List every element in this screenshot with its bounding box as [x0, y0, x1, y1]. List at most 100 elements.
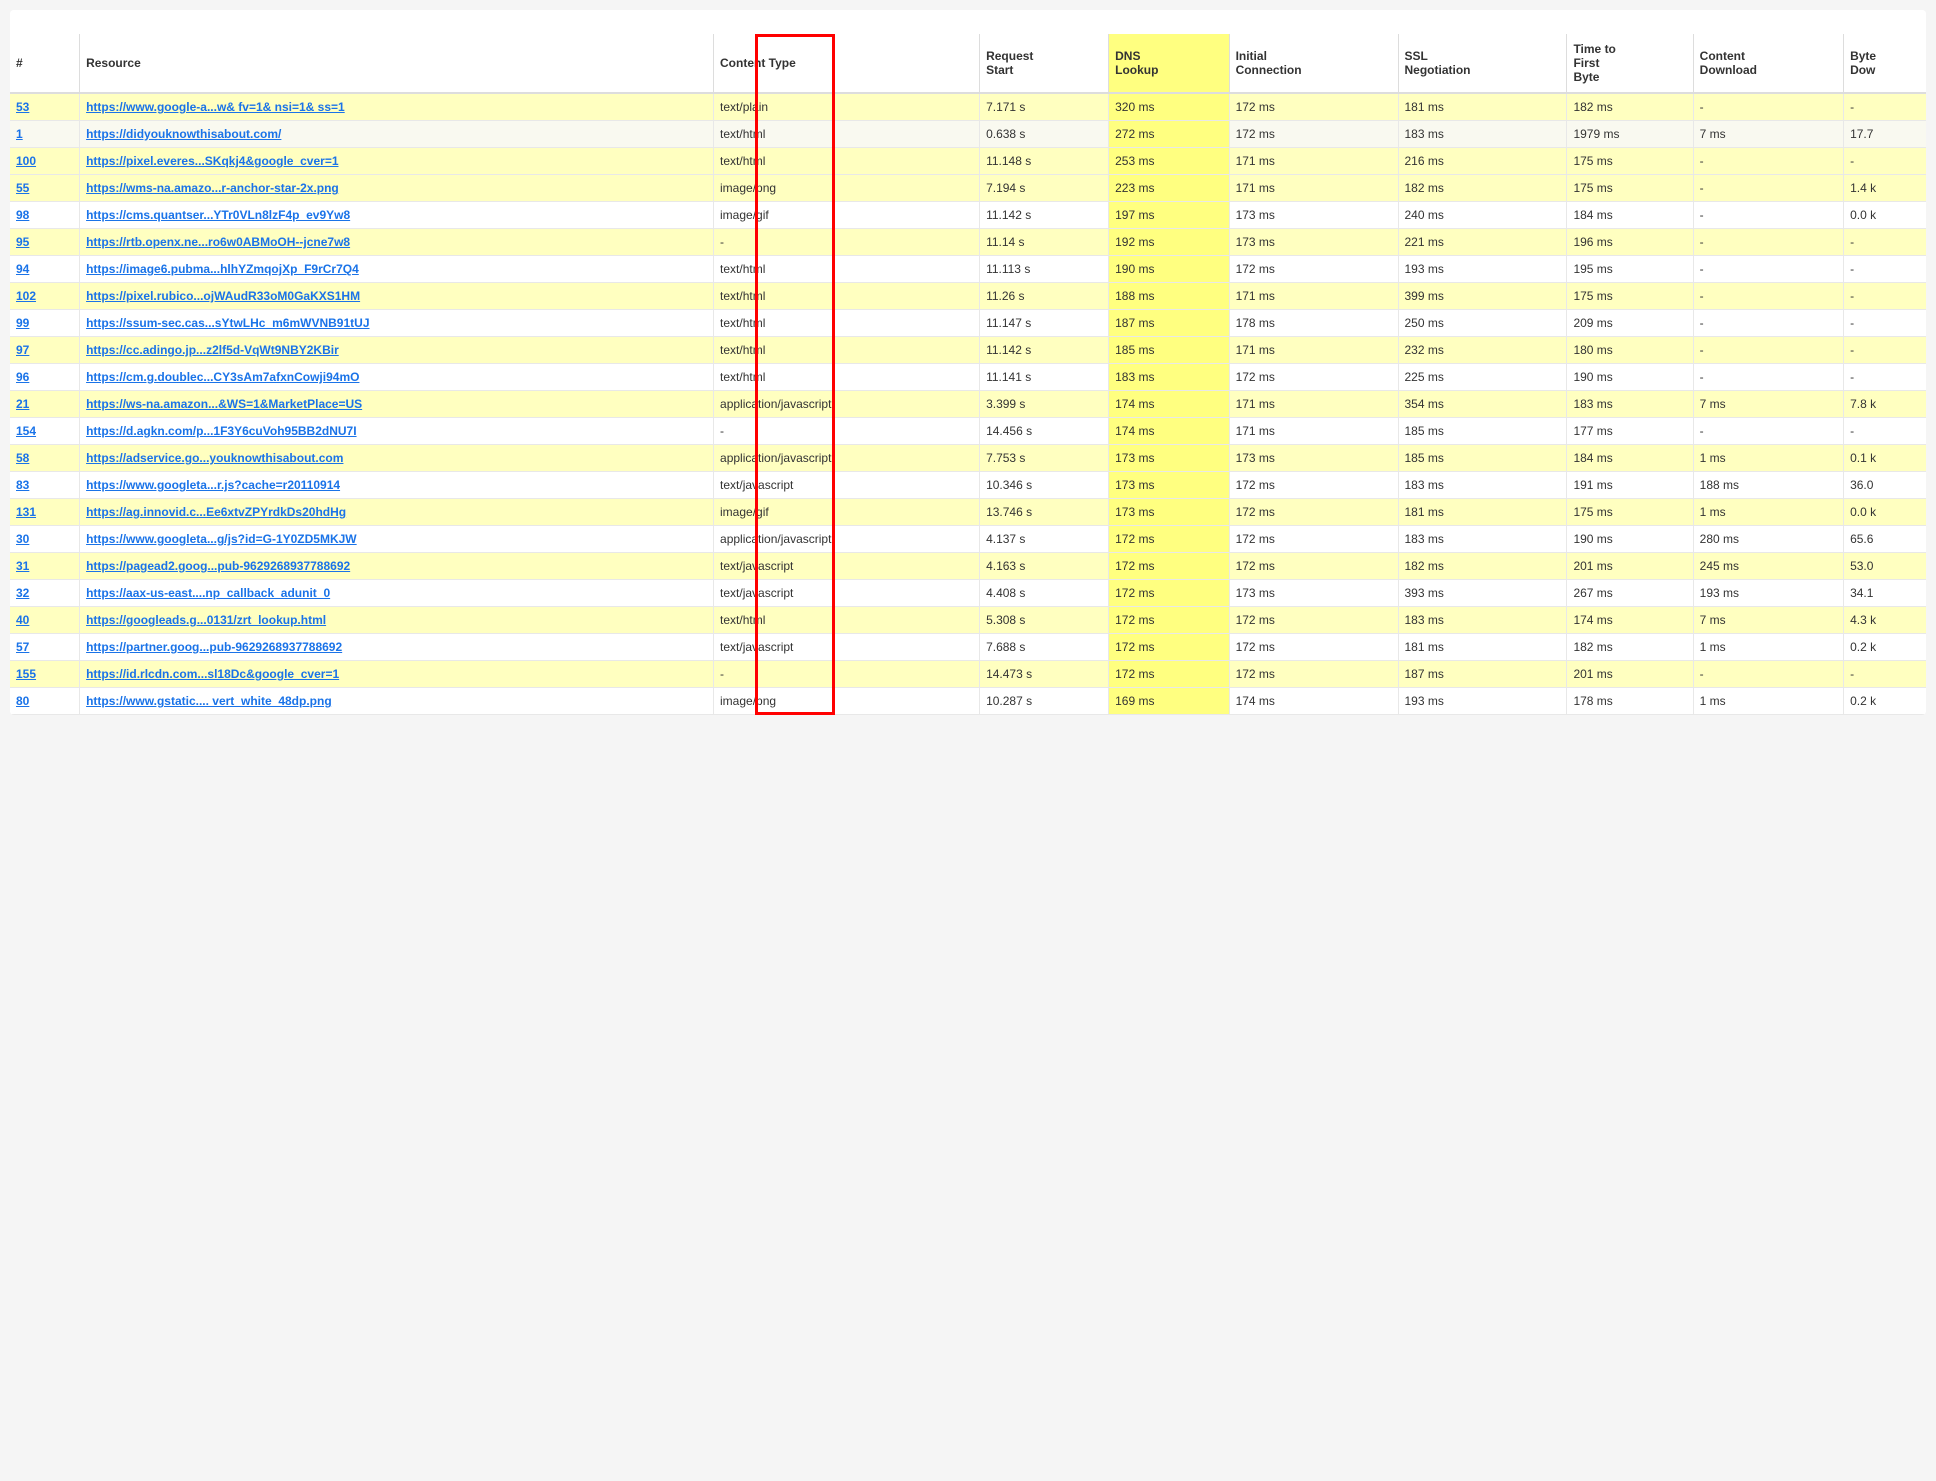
row-byte-dow: - — [1844, 364, 1926, 391]
row-num[interactable]: 97 — [10, 337, 80, 364]
row-num[interactable]: 57 — [10, 634, 80, 661]
row-num[interactable]: 21 — [10, 391, 80, 418]
row-ssl-negotiation: 182 ms — [1398, 553, 1567, 580]
row-num[interactable]: 58 — [10, 445, 80, 472]
row-resource[interactable]: https://www.google-a...w& fv=1& nsi=1& s… — [80, 93, 714, 121]
row-num[interactable]: 98 — [10, 202, 80, 229]
table-row: 100https://pixel.everes...SKqkj4&google_… — [10, 148, 1926, 175]
row-resource[interactable]: https://rtb.openx.ne...ro6w0ABMoOH--jcne… — [80, 229, 714, 256]
row-num[interactable]: 32 — [10, 580, 80, 607]
row-num[interactable]: 96 — [10, 364, 80, 391]
row-resource[interactable]: https://cm.g.doublec...CY3sAm7afxnCowji9… — [80, 364, 714, 391]
row-resource[interactable]: https://didyouknowthisabout.com/ — [80, 121, 714, 148]
row-byte-dow: 1.4 k — [1844, 175, 1926, 202]
row-resource[interactable]: https://www.gstatic.... vert_white_48dp.… — [80, 688, 714, 715]
row-request-start: 11.113 s — [980, 256, 1109, 283]
row-ssl-negotiation: 182 ms — [1398, 175, 1567, 202]
row-num[interactable]: 94 — [10, 256, 80, 283]
row-content-download: - — [1693, 175, 1843, 202]
row-dns-lookup: 174 ms — [1109, 391, 1229, 418]
row-num[interactable]: 100 — [10, 148, 80, 175]
row-ssl-negotiation: 183 ms — [1398, 472, 1567, 499]
row-content-download: 1 ms — [1693, 634, 1843, 661]
row-num[interactable]: 154 — [10, 418, 80, 445]
row-request-start: 7.688 s — [980, 634, 1109, 661]
row-content-download: 7 ms — [1693, 121, 1843, 148]
table-row: 95https://rtb.openx.ne...ro6w0ABMoOH--jc… — [10, 229, 1926, 256]
row-content-type: text/html — [714, 337, 980, 364]
row-resource[interactable]: https://cms.quantser...YTr0VLn8lzF4p_ev9… — [80, 202, 714, 229]
row-content-download: - — [1693, 229, 1843, 256]
table-row: 55https://wms-na.amazo...r-anchor-star-2… — [10, 175, 1926, 202]
row-byte-dow: - — [1844, 418, 1926, 445]
row-num[interactable]: 95 — [10, 229, 80, 256]
row-initial-connection: 171 ms — [1229, 337, 1398, 364]
row-initial-connection: 172 ms — [1229, 121, 1398, 148]
row-request-start: 4.137 s — [980, 526, 1109, 553]
row-dns-lookup: 253 ms — [1109, 148, 1229, 175]
row-content-download: - — [1693, 364, 1843, 391]
row-ssl-negotiation: 250 ms — [1398, 310, 1567, 337]
row-content-type: text/html — [714, 256, 980, 283]
row-request-start: 10.287 s — [980, 688, 1109, 715]
row-num[interactable]: 53 — [10, 93, 80, 121]
row-resource[interactable]: https://ws-na.amazon...&WS=1&MarketPlace… — [80, 391, 714, 418]
row-ssl-negotiation: 185 ms — [1398, 418, 1567, 445]
row-content-download: - — [1693, 202, 1843, 229]
row-resource[interactable]: https://googleads.g...0131/zrt_lookup.ht… — [80, 607, 714, 634]
row-ssl-negotiation: 225 ms — [1398, 364, 1567, 391]
row-content-type: text/html — [714, 283, 980, 310]
row-resource[interactable]: https://adservice.go...youknowthisabout.… — [80, 445, 714, 472]
row-request-start: 7.753 s — [980, 445, 1109, 472]
row-resource[interactable]: https://pixel.rubico...ojWAudR33oM0GaKXS… — [80, 283, 714, 310]
row-resource[interactable]: https://d.agkn.com/p...1F3Y6cuVoh95BB2dN… — [80, 418, 714, 445]
row-ssl-negotiation: 181 ms — [1398, 93, 1567, 121]
row-num[interactable]: 83 — [10, 472, 80, 499]
row-resource[interactable]: https://www.googleta...g/js?id=G-1Y0ZD5M… — [80, 526, 714, 553]
row-num[interactable]: 99 — [10, 310, 80, 337]
row-dns-lookup: 320 ms — [1109, 93, 1229, 121]
row-resource[interactable]: https://cc.adingo.jp...z2lf5d-VqWt9NBY2K… — [80, 337, 714, 364]
row-content-type: image/png — [714, 175, 980, 202]
row-num[interactable]: 102 — [10, 283, 80, 310]
row-num[interactable]: 55 — [10, 175, 80, 202]
row-byte-dow: - — [1844, 310, 1926, 337]
row-num[interactable]: 30 — [10, 526, 80, 553]
row-num[interactable]: 155 — [10, 661, 80, 688]
row-ssl-negotiation: 399 ms — [1398, 283, 1567, 310]
row-time-first-byte: 191 ms — [1567, 472, 1693, 499]
row-num[interactable]: 1 — [10, 121, 80, 148]
row-resource[interactable]: https://image6.pubma...hlhYZmqojXp_F9rCr… — [80, 256, 714, 283]
row-ssl-negotiation: 183 ms — [1398, 121, 1567, 148]
table-row: 40https://googleads.g...0131/zrt_lookup.… — [10, 607, 1926, 634]
row-num[interactable]: 131 — [10, 499, 80, 526]
row-num[interactable]: 40 — [10, 607, 80, 634]
row-resource[interactable]: https://ag.innovid.c...Ee6xtvZPYrdkDs20h… — [80, 499, 714, 526]
row-content-download: 1 ms — [1693, 499, 1843, 526]
row-num[interactable]: 80 — [10, 688, 80, 715]
row-time-first-byte: 182 ms — [1567, 634, 1693, 661]
row-content-type: text/javascript — [714, 580, 980, 607]
col-ssl-negotiation: SSLNegotiation — [1398, 34, 1567, 93]
row-resource[interactable]: https://www.googleta...r.js?cache=r20110… — [80, 472, 714, 499]
row-initial-connection: 173 ms — [1229, 580, 1398, 607]
row-byte-dow: 0.1 k — [1844, 445, 1926, 472]
row-byte-dow: 65.6 — [1844, 526, 1926, 553]
row-resource[interactable]: https://id.rlcdn.com...sl18Dc&google_cve… — [80, 661, 714, 688]
table-row: 80https://www.gstatic.... vert_white_48d… — [10, 688, 1926, 715]
row-resource[interactable]: https://wms-na.amazo...r-anchor-star-2x.… — [80, 175, 714, 202]
table-row: 53https://www.google-a...w& fv=1& nsi=1&… — [10, 93, 1926, 121]
row-time-first-byte: 190 ms — [1567, 526, 1693, 553]
row-content-download: - — [1693, 93, 1843, 121]
row-resource[interactable]: https://partner.goog...pub-9629268937788… — [80, 634, 714, 661]
row-resource[interactable]: https://aax-us-east....np_callback_aduni… — [80, 580, 714, 607]
row-resource[interactable]: https://pagead2.goog...pub-9629268937788… — [80, 553, 714, 580]
row-resource[interactable]: https://pixel.everes...SKqkj4&google_cve… — [80, 148, 714, 175]
row-request-start: 5.308 s — [980, 607, 1109, 634]
row-dns-lookup: 187 ms — [1109, 310, 1229, 337]
row-resource[interactable]: https://ssum-sec.cas...sYtwLHc_m6mWVNB91… — [80, 310, 714, 337]
row-num[interactable]: 31 — [10, 553, 80, 580]
row-content-type: text/html — [714, 607, 980, 634]
row-time-first-byte: 175 ms — [1567, 283, 1693, 310]
row-time-first-byte: 178 ms — [1567, 688, 1693, 715]
